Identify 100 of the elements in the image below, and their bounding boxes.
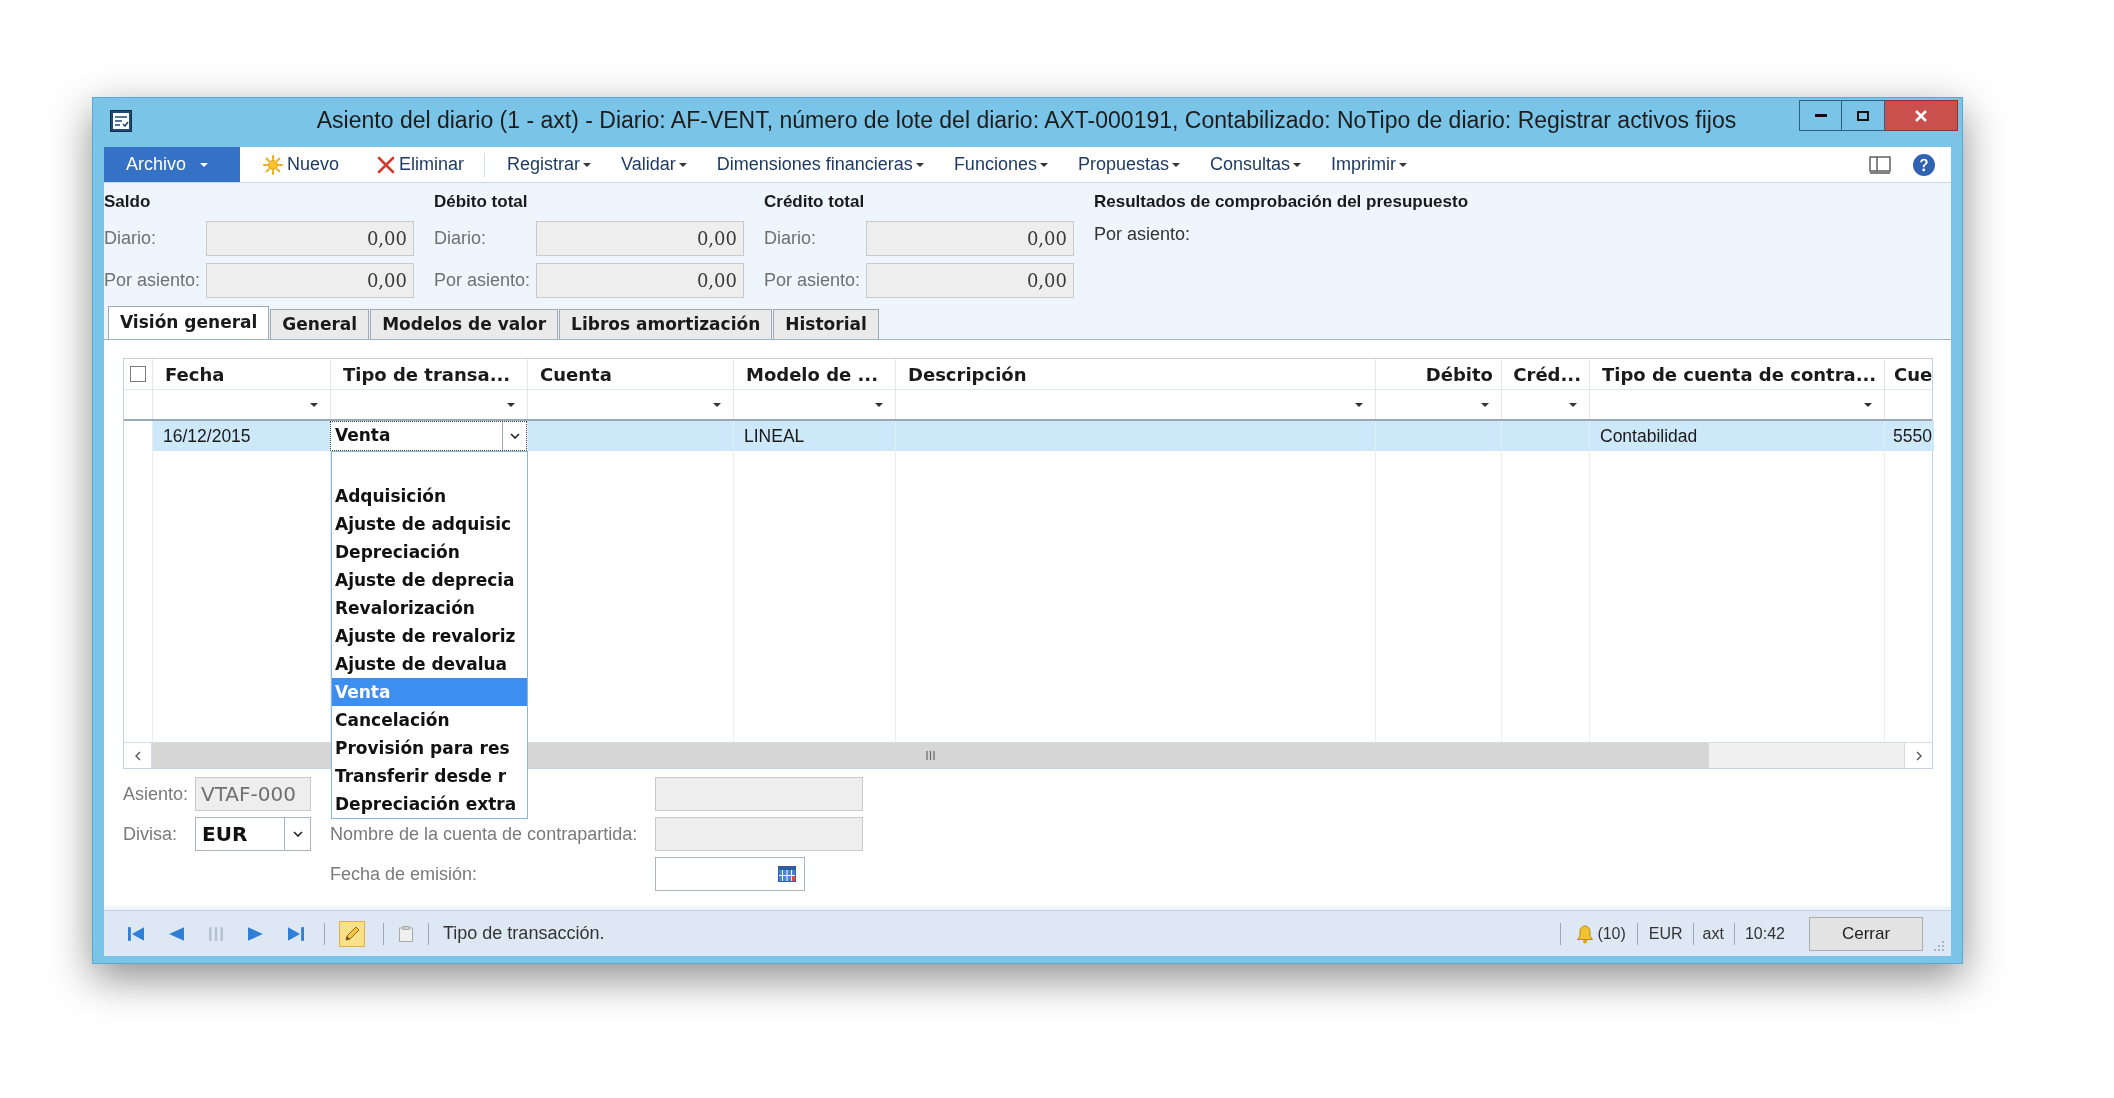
pencil-icon [343,924,361,943]
tab[interactable]: Libros amortización [559,309,773,339]
close-button[interactable] [1885,100,1958,131]
field-label: Por asiento: [104,269,202,292]
menu-button[interactable]: Funciones [953,151,1048,178]
help-icon[interactable] [1913,153,1935,176]
field-label: Divisa: [123,822,178,846]
caret-icon [1399,162,1408,167]
column-header[interactable]: Cue [1884,359,1934,389]
caret-icon [1481,402,1489,407]
table-cell-text: Contabilidad [1600,424,1698,448]
edit-button[interactable] [339,920,365,947]
grip-icon [926,751,935,760]
chevron-right-icon [1915,750,1922,761]
field-label: Asiento: [123,782,190,806]
field-label: Por asiento: [1094,223,1191,246]
tab[interactable]: General [270,309,370,339]
combo-box[interactable]: Venta [330,421,527,451]
dropdown-item[interactable]: Ajuste de revaloriz [332,622,527,650]
currency-label: EUR [1648,923,1683,944]
next-icon[interactable] [248,925,264,942]
field-label: Diario: [764,227,817,250]
select-all-checkbox[interactable] [130,366,146,382]
column-header[interactable]: Tipo de transa... [330,359,527,389]
tab[interactable]: Modelos de valor [370,309,559,339]
menu-button[interactable]: Validar [621,151,687,178]
caret-icon [310,402,318,407]
section-title: Resultados de comprobación del presupuesto [1094,191,1469,213]
field-label: Diario: [434,227,487,250]
close-button[interactable]: Cerrar [1809,916,1923,951]
minimize-button[interactable] [1799,100,1842,131]
table-cell-text: 5550 [1893,424,1932,448]
chevron-down-icon [292,831,303,837]
section-title: Saldo [104,191,151,213]
dropdown-item[interactable]: Revalorización [332,594,527,622]
sun-icon [263,154,283,175]
resize-grip-icon[interactable] [1933,940,1945,952]
caret-icon [200,162,209,167]
chevron-left-icon [134,750,141,761]
column-header[interactable]: Créd... [1501,359,1589,389]
date-field[interactable] [655,857,805,891]
status-message: Tipo de transacción. [443,922,605,945]
column-header[interactable]: Modelo de ... [733,359,895,389]
column-header[interactable]: Fecha [152,359,330,389]
first-icon[interactable] [128,925,144,942]
column-header[interactable]: Tipo de cuenta de contra... [1589,359,1884,389]
toolbar-button[interactable]: Nuevo [263,151,340,178]
window-title: Asiento del diario (1 - axt) - Diario: AF-VENT, número de lote del diario: AXT-000191, Contabilizado: NoTipo de diario: Registrar activos fijos [316,106,1737,134]
notification-count[interactable]: (10) [1597,921,1626,946]
combo-box[interactable]: EUR [195,817,311,851]
table-cell-text: LINEAL [744,424,805,448]
last-icon[interactable] [288,925,304,942]
menu-button[interactable]: Registrar [507,151,592,178]
previous-icon[interactable] [168,925,184,942]
table-cell-text: 16/12/2015 [163,424,251,448]
section-title: Débito total [434,191,528,213]
caret-icon [915,162,924,167]
close-icon [1915,109,1927,122]
caret-icon [713,402,721,407]
dropdown-item[interactable]: Transferir desde r [332,762,527,790]
column-header[interactable]: Cuenta [527,359,733,389]
dropdown-item[interactable]: Provisión para res [332,734,527,762]
column-header[interactable]: Descripción [895,359,1375,389]
caret-icon [1172,162,1180,167]
panel-icon[interactable] [1869,155,1891,174]
field-label: Por asiento: [764,269,862,292]
caret-icon [1039,162,1048,167]
menu-button[interactable]: Imprimir [1331,151,1408,178]
caret-icon [1864,402,1872,407]
bars-icon [208,925,224,942]
tab[interactable]: Visión general [108,306,270,339]
file-menu-button[interactable]: Archivo [104,147,240,182]
caret-icon [507,402,515,407]
time-label: 10:42 [1744,923,1785,944]
cross-icon [377,155,396,174]
dropdown-item[interactable]: Ajuste de adquisic [332,510,527,538]
menu-button[interactable]: Consultas [1210,151,1302,178]
minimize-icon [1814,114,1827,117]
calendar-icon[interactable] [778,866,796,882]
company-label: axt [1702,923,1724,944]
field-label: Nombre de la cuenta de contrapartida: [330,822,638,846]
field-label: Diario: [104,227,157,250]
caret-icon [875,402,883,407]
caret-icon [583,162,592,167]
dropdown-item[interactable]: Depreciación extra [332,790,527,818]
caret-icon [1355,402,1363,407]
dropdown-item[interactable]: Ajuste de deprecia [332,566,527,594]
app-icon [110,110,132,132]
menu-button[interactable]: Propuestas [1077,151,1180,178]
dropdown-item[interactable]: Adquisición [332,482,527,510]
field-label: Fecha de emisión: [330,862,478,886]
field-label: Por asiento: [434,269,532,292]
dropdown-item[interactable]: Depreciación [332,538,527,566]
tab[interactable]: Historial [773,309,879,339]
column-header[interactable]: Débito [1375,359,1501,389]
dropdown-item[interactable]: Cancelación [332,706,527,734]
toolbar-button[interactable]: Eliminar [377,151,465,178]
dropdown-item[interactable]: Ajuste de devalua [332,650,527,678]
bell-icon[interactable] [1575,923,1596,944]
menu-button[interactable]: Dimensiones financieras [716,151,924,178]
